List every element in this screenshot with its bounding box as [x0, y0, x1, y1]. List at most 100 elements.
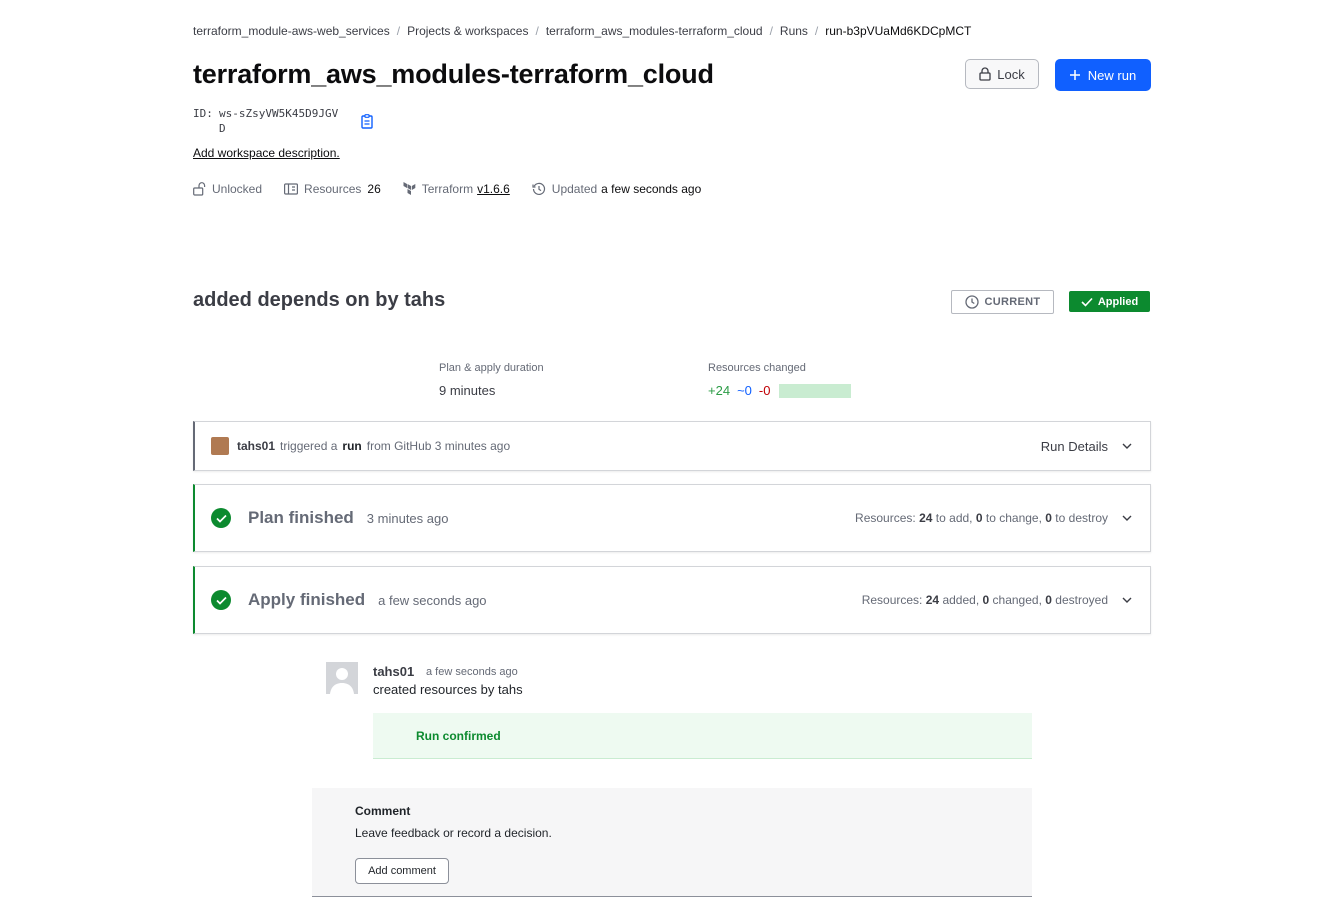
breadcrumb-workspace[interactable]: terraform_aws_modules-terraform_cloud — [546, 24, 763, 38]
check-icon — [1081, 297, 1093, 307]
trigger-source: from GitHub 3 minutes ago — [366, 439, 511, 453]
apply-add-text: added, — [942, 593, 980, 607]
plan-add-count: 24 — [919, 511, 933, 525]
apply-resources-prefix: Resources: — [861, 593, 923, 607]
breadcrumb-separator: / — [535, 24, 539, 38]
plan-change-count: 0 — [975, 511, 983, 525]
new-run-button-label: New run — [1087, 67, 1137, 83]
workspace-id-label: ID: — [193, 107, 213, 120]
resources-count: Resources 26 — [284, 182, 381, 196]
workspace-id-value: ws-sZsyVW5K45D9JGVD — [219, 107, 339, 135]
status-badge: Applied — [1069, 291, 1150, 312]
comment-box: Comment Leave feedback or record a decis… — [312, 788, 1032, 897]
trigger-run-word: run — [342, 439, 362, 453]
breadcrumb-runs[interactable]: Runs — [780, 24, 808, 38]
plan-resources-prefix: Resources: — [855, 511, 916, 525]
avatar — [326, 662, 358, 694]
terraform-version: Terraform v1.6.6 — [403, 182, 510, 196]
current-badge: CURRENT — [951, 290, 1054, 314]
duration-value: 9 minutes — [439, 383, 496, 398]
plan-resources: Resources: 24 to add, 0 to change, 0 to … — [855, 511, 1134, 525]
resources-value: 26 — [367, 182, 381, 196]
terraform-version-link[interactable]: v1.6.6 — [477, 182, 510, 196]
breadcrumb-separator: / — [769, 24, 773, 38]
unlock-icon — [193, 182, 206, 196]
breadcrumb: terraform_module-aws-web_services / Projec… — [193, 24, 971, 38]
workspace-meta: Unlocked Resources 26 Terraform v1.6.6 U… — [193, 182, 723, 196]
apply-summary: Apply finished a few seconds ago — [211, 590, 487, 610]
apply-time: a few seconds ago — [378, 592, 487, 608]
clock-icon — [964, 295, 979, 309]
duration-stat: Plan & apply duration 9 minutes — [439, 362, 544, 398]
updated-value: a few seconds ago — [601, 182, 702, 196]
lock-button[interactable]: Lock — [965, 59, 1039, 89]
comment-heading: Comment — [355, 804, 411, 818]
apply-change-count: 0 — [982, 593, 990, 607]
comment-description: Leave feedback or record a decision. — [355, 826, 552, 840]
plan-destroy-count: 0 — [1045, 511, 1052, 525]
lock-button-label: Lock — [997, 66, 1025, 82]
apply-resources-summary: Resources: 24 added, 0 changed, 0 destro… — [862, 593, 1108, 607]
breadcrumb-organization[interactable]: terraform_module-aws-web_services — [193, 24, 390, 38]
lock-status-label: Unlocked — [212, 182, 263, 196]
plus-icon — [1069, 70, 1080, 80]
add-comment-button[interactable]: Add comment — [355, 858, 449, 884]
apply-destroy-text: destroyed — [1055, 593, 1108, 607]
terraform-icon — [403, 182, 416, 195]
plan-time: 3 minutes ago — [366, 510, 449, 526]
copy-icon[interactable] — [360, 114, 374, 130]
run-confirmed-banner: Run confirmed — [373, 713, 1032, 759]
current-badge-label: CURRENT — [984, 296, 1041, 308]
resources-changed: ~0 — [737, 383, 752, 398]
run-details-toggle[interactable]: Run Details — [1041, 439, 1134, 454]
duration-label: Plan & apply duration — [439, 362, 544, 374]
run-details-label: Run Details — [1040, 438, 1108, 454]
chevron-down-icon[interactable] — [1120, 593, 1134, 607]
apply-title: Apply finished — [248, 590, 366, 609]
apply-add-count: 24 — [925, 593, 940, 607]
timeline-user[interactable]: tahs01 — [373, 664, 414, 679]
chevron-down-icon[interactable] — [1120, 511, 1134, 525]
breadcrumb-projects[interactable]: Projects & workspaces — [407, 24, 528, 38]
plan-change-text: to change, — [985, 511, 1042, 525]
apply-destroy-count: 0 — [1045, 593, 1052, 607]
new-run-button[interactable]: New run — [1055, 59, 1151, 91]
trigger-user[interactable]: tahs01 — [237, 439, 275, 453]
terraform-label: Terraform — [421, 182, 474, 196]
timeline-time: a few seconds ago — [426, 666, 518, 678]
timeline-message: created resources by tahs — [373, 682, 523, 697]
chevron-down-icon — [1122, 443, 1132, 449]
trigger-card[interactable]: tahs01 triggered a run from GitHub 3 min… — [193, 421, 1151, 471]
resources-label: Resources — [304, 182, 362, 196]
plan-title: Plan finished — [248, 508, 354, 527]
updated-time: Updated a few seconds ago — [532, 182, 701, 196]
apply-change-text: changed, — [992, 593, 1042, 607]
resources-added: +24 — [708, 383, 731, 398]
resources-change-bar — [779, 383, 852, 398]
avatar — [211, 437, 229, 455]
resources-changed-stat: Resources changed +24 ~0 -0 — [708, 362, 852, 398]
page-title: terraform_aws_modules-terraform_cloud — [193, 59, 714, 89]
breadcrumb-current-run: run-b3pVUaMd6KDCpMCT — [825, 24, 972, 38]
resources-destroyed: -0 — [758, 383, 771, 398]
apply-resources: Resources: 24 added, 0 changed, 0 destro… — [862, 593, 1134, 607]
run-title: added depends on by tahs — [193, 289, 446, 311]
plan-resources-summary: Resources: 24 to add, 0 to change, 0 to … — [855, 511, 1108, 525]
trigger-text: triggered a — [280, 439, 338, 453]
plan-card[interactable]: Plan finished 3 minutes ago Resources: 2… — [193, 484, 1151, 552]
lock-status: Unlocked — [193, 182, 262, 196]
breadcrumb-separator: / — [396, 24, 401, 38]
updated-label: Updated — [551, 182, 598, 196]
user-placeholder-icon — [330, 668, 354, 694]
apply-card[interactable]: Apply finished a few seconds ago Resourc… — [193, 566, 1151, 634]
resources-changed-label: Resources changed — [708, 362, 806, 374]
breadcrumb-separator: / — [814, 24, 819, 38]
plan-add-text: to add, — [935, 511, 973, 525]
trigger-summary: tahs01 triggered a run from GitHub 3 min… — [211, 437, 510, 455]
resources-changed-values: +24 ~0 -0 — [708, 383, 852, 398]
add-description-link[interactable]: Add workspace description. — [193, 146, 340, 160]
lock-icon — [979, 67, 991, 81]
history-icon — [532, 182, 545, 195]
plan-summary: Plan finished 3 minutes ago — [211, 508, 448, 528]
plan-destroy-text: to destroy — [1055, 511, 1108, 525]
